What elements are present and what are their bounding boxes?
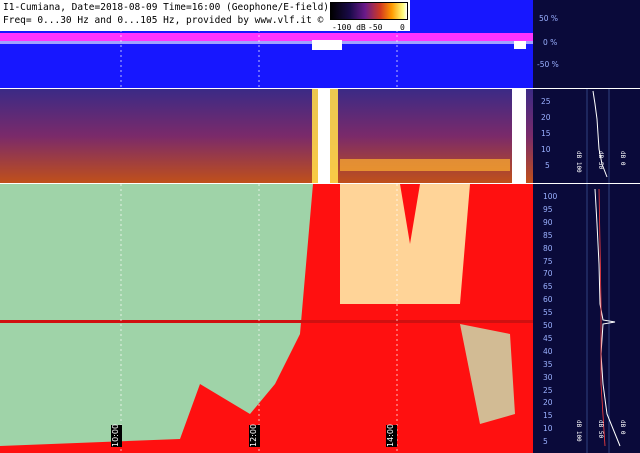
main-frequency-scale: 100 95 90 85 80 75 70 65 60 55 50 45 40 35 30 25 20 15 10 5: [533, 184, 565, 453]
main-side-panel: dB 100 dB 50 dB 0: [565, 184, 640, 453]
freq-label: 20: [543, 398, 553, 408]
freq-label: 75: [543, 256, 553, 266]
freq-label: 95: [543, 204, 553, 214]
side-db-label: dB 50: [597, 151, 604, 170]
station-title: I1-Cumiana, Date=2018-08-09 Time=16:00 (…: [3, 2, 335, 13]
amplitude-side-panel: [565, 0, 640, 88]
side-db-label: dB 100: [575, 151, 582, 173]
50hz-line: [0, 320, 533, 323]
frequency-info: Freq= 0...30 Hz and 0...105 Hz, provided…: [3, 15, 324, 26]
freq-label: 25: [543, 385, 553, 395]
main-spectrogram-plot: [0, 184, 533, 453]
colorbar-tick-min: -100 dB: [332, 23, 366, 32]
white-trace: [0, 41, 533, 44]
profile-trace: [594, 188, 621, 447]
side-db-label: dB 0: [619, 420, 626, 435]
low-frequency-scale: 25 20 15 10 5: [533, 89, 565, 183]
freq-label: 50: [543, 321, 553, 330]
amp-label: 0 %: [543, 38, 558, 47]
time-label-12: 12:00: [249, 423, 260, 447]
freq-label: 100: [543, 192, 558, 201]
side-db-label: dB 50: [597, 420, 604, 439]
freq-label: 15: [543, 411, 553, 421]
profile-trace-red: [598, 188, 606, 447]
freq-label: 80: [543, 243, 553, 253]
bright-core: [318, 89, 330, 183]
freq-label: 90: [543, 217, 553, 227]
freq-label: 30: [543, 372, 553, 382]
freq-label: 65: [543, 282, 553, 292]
freq-label: 60: [543, 295, 553, 305]
freq-label: 40: [543, 346, 553, 356]
amplitude-scale: 50 % 0 % -50 %: [533, 0, 565, 88]
main-spectrogram: 10:00 12:00 14:00: [0, 184, 533, 453]
side-db-label: dB 100: [575, 420, 582, 442]
bright-core-2: [512, 89, 526, 183]
burst-block: [312, 40, 342, 50]
magenta-band: [0, 33, 533, 41]
low-frequency-plot: [0, 89, 533, 183]
colorbar-tick-mid: -50: [368, 23, 383, 32]
freq-label: 25: [541, 97, 551, 106]
freq-label: 85: [543, 230, 553, 240]
time-label-14: 14:00: [386, 423, 397, 447]
freq-label: 10: [541, 145, 551, 154]
main-profile: [586, 184, 621, 453]
colorbar-tick-max: 0: [400, 23, 405, 32]
freq-label: 55: [543, 308, 553, 318]
side-db-label: dB 0: [619, 151, 626, 166]
db-colorbar: [330, 2, 408, 20]
freq-label: 15: [541, 129, 551, 138]
freq-label: 20: [541, 113, 551, 122]
freq-label: 5: [543, 437, 548, 447]
amp-label: 50 %: [539, 14, 559, 23]
freq-label: 10: [543, 424, 553, 434]
time-label-10: 10:00: [111, 423, 122, 447]
amp-label: -50 %: [537, 60, 559, 69]
low-band: [340, 159, 510, 171]
freq-label: 70: [543, 269, 553, 279]
low-frequency-side-panel: dB 100 dB 50 dB 0: [565, 89, 640, 183]
low-frequency-spectrogram: [0, 89, 533, 183]
burst-block-2: [514, 41, 526, 49]
freq-label: 5: [545, 161, 550, 170]
freq-label: 45: [543, 333, 553, 343]
freq-label: 35: [543, 359, 553, 369]
